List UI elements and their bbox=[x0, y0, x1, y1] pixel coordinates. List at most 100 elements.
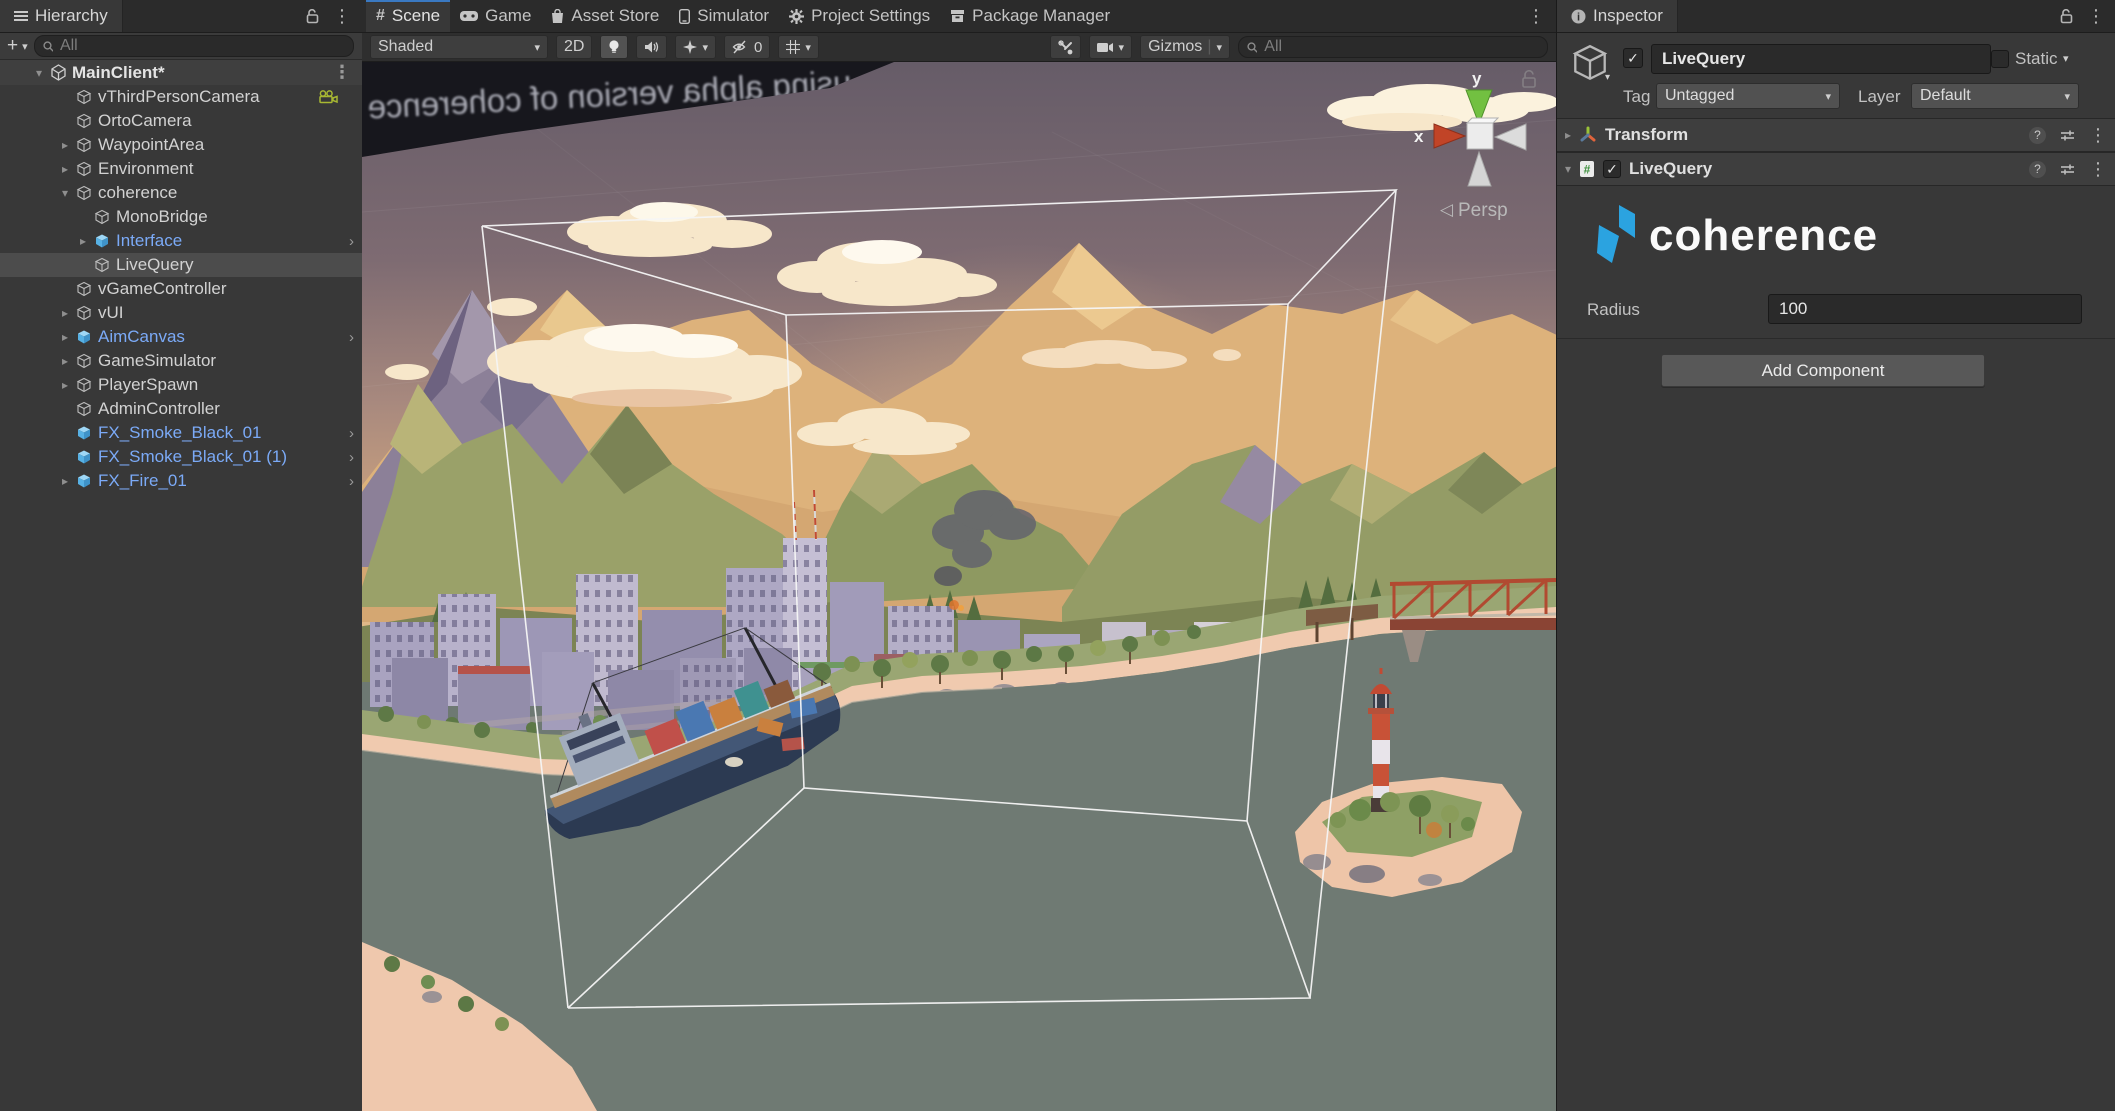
prefab-chevron-icon[interactable]: › bbox=[349, 473, 354, 490]
foldout-collapsed-icon[interactable]: ▸ bbox=[56, 474, 74, 488]
hierarchy-item-admincontroller[interactable]: AdminController bbox=[0, 397, 362, 421]
foldout-collapsed-icon[interactable]: ▸ bbox=[56, 162, 74, 176]
tab-asset-store[interactable]: Asset Store bbox=[541, 0, 669, 32]
gizmos-dropdown[interactable]: Gizmos |▾ bbox=[1140, 35, 1230, 59]
foldout-collapsed-icon[interactable]: ▸ bbox=[56, 378, 74, 392]
presets-icon[interactable] bbox=[2060, 163, 2075, 176]
prefab-chevron-icon[interactable]: › bbox=[349, 425, 354, 442]
scene-effects-button[interactable]: ▾ bbox=[675, 35, 716, 59]
static-checkbox[interactable] bbox=[1991, 50, 2009, 68]
prefab-chevron-icon[interactable]: › bbox=[349, 449, 354, 466]
tab-hierarchy[interactable]: Hierarchy bbox=[0, 0, 123, 32]
hierarchy-item-livequery[interactable]: LiveQuery bbox=[0, 253, 362, 277]
persp-label[interactable]: Persp bbox=[1458, 200, 1508, 221]
foldout-collapsed-icon[interactable]: ▸ bbox=[1565, 128, 1571, 142]
scene-menu-icon[interactable]: ⋮ bbox=[333, 62, 352, 83]
gameobject-icon-caret[interactable]: ▾ bbox=[1605, 72, 1610, 83]
hierarchy-item-ortocamera[interactable]: OrtoCamera bbox=[0, 109, 362, 133]
scene-tools-button[interactable] bbox=[1050, 35, 1081, 59]
hierarchy-item-fx-smoke-black-01[interactable]: FX_Smoke_Black_01› bbox=[0, 421, 362, 445]
name-input[interactable] bbox=[1660, 48, 1982, 70]
gizmo-center-cube[interactable] bbox=[1467, 123, 1493, 149]
component-transform-header[interactable]: ▸ Transform ? ⋮ bbox=[1557, 118, 2115, 152]
radius-label[interactable]: Radius bbox=[1587, 300, 1640, 320]
foldout-collapsed-icon[interactable]: ▸ bbox=[56, 138, 74, 152]
hierarchy-item-gamesimulator[interactable]: ▸GameSimulator bbox=[0, 349, 362, 373]
item-label: FX_Smoke_Black_01 (1) bbox=[98, 447, 287, 467]
scene-lighting-button[interactable] bbox=[600, 35, 628, 59]
grid-caret-icon[interactable]: ▾ bbox=[805, 41, 811, 54]
hierarchy-scene-mainclient[interactable]: ▾MainClient*⋮ bbox=[0, 60, 362, 85]
scene-grid-button[interactable]: ▾ bbox=[778, 35, 819, 59]
static-caret-icon[interactable]: ▾ bbox=[2063, 52, 2069, 65]
tab-project-settings[interactable]: Project Settings bbox=[779, 0, 940, 32]
inspector-menu-icon[interactable]: ⋮ bbox=[2087, 6, 2106, 27]
tab-game[interactable]: Game bbox=[450, 0, 541, 32]
hierarchy-item-environment[interactable]: ▸Environment bbox=[0, 157, 362, 181]
scene-audio-button[interactable] bbox=[636, 35, 667, 59]
tag-dropdown[interactable]: Untagged▾ bbox=[1656, 83, 1840, 109]
effects-caret-icon[interactable]: ▾ bbox=[702, 41, 708, 54]
scene-viewport[interactable]: using alpha version of coherence bbox=[362, 62, 1556, 1111]
foldout-expanded-icon[interactable]: ▾ bbox=[56, 186, 74, 200]
foldout-collapsed-icon[interactable]: ▸ bbox=[56, 330, 74, 344]
hierarchy-item-waypointarea[interactable]: ▸WaypointArea bbox=[0, 133, 362, 157]
hierarchy-search-input[interactable] bbox=[58, 36, 345, 56]
lock-icon[interactable] bbox=[2060, 9, 2073, 24]
hierarchy-search[interactable] bbox=[34, 35, 354, 57]
scene-search-input[interactable] bbox=[1262, 37, 1539, 57]
scene-visibility-button[interactable]: 0 bbox=[724, 35, 770, 59]
help-icon[interactable]: ? bbox=[2029, 161, 2046, 178]
axis-x-label[interactable]: x bbox=[1414, 127, 1424, 146]
foldout-collapsed-icon[interactable]: ▸ bbox=[74, 234, 92, 248]
presets-icon[interactable] bbox=[2060, 129, 2075, 142]
tab-package-manager[interactable]: Package Manager bbox=[940, 0, 1120, 32]
foldout-expanded-icon[interactable]: ▾ bbox=[30, 66, 48, 80]
prefab-chevron-icon[interactable]: › bbox=[349, 329, 354, 346]
name-field[interactable] bbox=[1651, 44, 1991, 74]
tab-scene[interactable]: #Scene bbox=[366, 0, 450, 32]
coherence-logo-text: coherence bbox=[1649, 211, 1878, 261]
persp-arrow-icon[interactable]: ◁ bbox=[1440, 200, 1454, 219]
foldout-collapsed-icon[interactable]: ▸ bbox=[56, 306, 74, 320]
prefab-chevron-icon[interactable]: › bbox=[349, 233, 354, 250]
component-menu-icon[interactable]: ⋮ bbox=[2089, 125, 2108, 146]
axis-y-label[interactable]: y bbox=[1472, 69, 1482, 88]
add-gameobject-button[interactable]: + bbox=[7, 35, 18, 57]
scene-camera-button[interactable]: ▾ bbox=[1089, 35, 1133, 59]
active-checkbox[interactable]: ✓ bbox=[1623, 48, 1643, 68]
tab-inspector[interactable]: i Inspector bbox=[1557, 0, 1678, 32]
radius-field[interactable] bbox=[1768, 294, 2082, 324]
foldout-collapsed-icon[interactable]: ▸ bbox=[56, 354, 74, 368]
component-menu-icon[interactable]: ⋮ bbox=[2089, 159, 2108, 180]
foldout-expanded-icon[interactable]: ▾ bbox=[1565, 162, 1571, 176]
lock-icon[interactable] bbox=[306, 9, 319, 24]
scene-tabbar-menu-icon[interactable]: ⋮ bbox=[1527, 6, 1546, 27]
tab-simulator[interactable]: Simulator bbox=[669, 0, 779, 32]
camera-caret-icon[interactable]: ▾ bbox=[1119, 41, 1125, 54]
hierarchy-item-vthirdpersoncamera[interactable]: vThirdPersonCamera bbox=[0, 85, 362, 109]
hierarchy-item-monobridge[interactable]: MonoBridge bbox=[0, 205, 362, 229]
add-component-button[interactable]: Add Component bbox=[1661, 354, 1985, 387]
component-enabled-checkbox[interactable]: ✓ bbox=[1603, 160, 1621, 178]
hierarchy-item-playerspawn[interactable]: ▸PlayerSpawn bbox=[0, 373, 362, 397]
hierarchy-item-interface[interactable]: ▸Interface› bbox=[0, 229, 362, 253]
help-icon[interactable]: ? bbox=[2029, 127, 2046, 144]
radius-input[interactable] bbox=[1777, 298, 2073, 320]
scene-search[interactable] bbox=[1238, 36, 1548, 58]
component-livequery-header[interactable]: ▾ # ✓ LiveQuery ? ⋮ bbox=[1557, 152, 2115, 186]
draw-mode-dropdown[interactable]: Shaded ▾ bbox=[370, 35, 548, 59]
add-gameobject-caret-icon[interactable]: ▾ bbox=[22, 40, 28, 53]
hierarchy-menu-icon[interactable]: ⋮ bbox=[333, 6, 352, 27]
wrench-icon bbox=[1058, 40, 1073, 55]
layer-dropdown[interactable]: Default▾ bbox=[1911, 83, 2079, 109]
hierarchy-item-coherence[interactable]: ▾coherence bbox=[0, 181, 362, 205]
static-label: Static bbox=[2015, 49, 2058, 69]
hierarchy-item-vgamecontroller[interactable]: vGameController bbox=[0, 277, 362, 301]
hierarchy-item-fx-smoke-black-01-1-[interactable]: FX_Smoke_Black_01 (1) › bbox=[0, 445, 362, 469]
tab-label: Simulator bbox=[697, 6, 769, 26]
hierarchy-item-aimcanvas[interactable]: ▸AimCanvas› bbox=[0, 325, 362, 349]
toggle-2d-button[interactable]: 2D bbox=[556, 35, 592, 59]
hierarchy-item-vui[interactable]: ▸vUI bbox=[0, 301, 362, 325]
hierarchy-item-fx-fire-01[interactable]: ▸FX_Fire_01› bbox=[0, 469, 362, 493]
